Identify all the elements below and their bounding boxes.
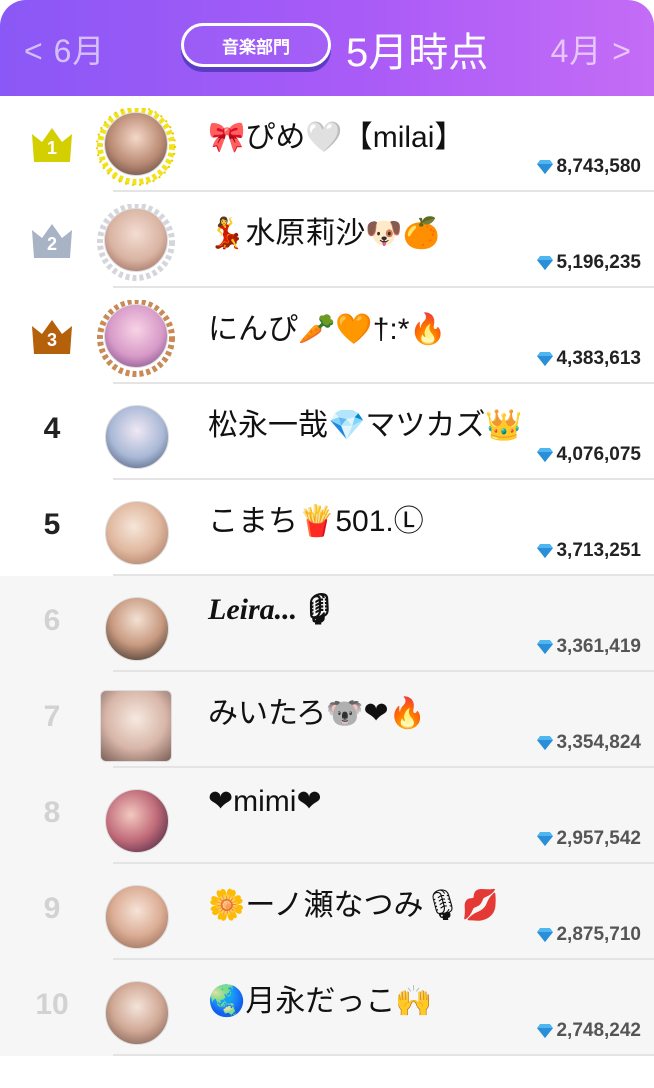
ranking-row[interactable]: 7 みいたろ🐨❤🔥 3,354,824: [0, 672, 654, 768]
rank-number: 1: [46, 138, 57, 158]
ranking-card: < 6月 音楽部門 5月時点 4月 > 1 🎀ぴめ🤍【milai】 8,743,…: [0, 0, 654, 1088]
avatar[interactable]: [96, 588, 176, 668]
avatar[interactable]: [96, 972, 176, 1052]
user-name[interactable]: 💃水原莉沙🐶🍊: [208, 208, 440, 252]
score: 5,196,235: [536, 252, 641, 274]
diamond-icon: [537, 640, 554, 654]
user-name[interactable]: Leira...🎙: [208, 592, 335, 627]
score: 3,713,251: [536, 540, 641, 562]
avatar[interactable]: [96, 108, 176, 188]
score-value: 8,743,580: [556, 156, 641, 177]
ranking-row[interactable]: 10 🌏月永だっこ🙌 2,748,242: [0, 960, 654, 1056]
avatar[interactable]: [96, 300, 176, 380]
user-name[interactable]: 🌼ーノ瀬なつみ🎙💋: [208, 880, 499, 924]
score-value: 4,383,613: [556, 348, 641, 369]
score-value: 3,713,251: [556, 540, 641, 561]
ranking-list: 1 🎀ぴめ🤍【milai】 8,743,580 2 💃水原莉沙🐶🍊 5,196,…: [0, 96, 654, 1056]
diamond-icon: [537, 448, 554, 462]
diamond-icon: [537, 1024, 554, 1038]
user-name[interactable]: 松永一哉💎マツカズ👑: [208, 400, 523, 444]
avatar[interactable]: [96, 396, 176, 476]
score-value: 3,354,824: [556, 732, 641, 753]
score: 2,957,542: [536, 828, 641, 850]
score-value: 2,875,710: [556, 924, 641, 945]
score-value: 3,361,419: [556, 636, 641, 657]
diamond-icon: [537, 256, 554, 270]
rank-number: 5: [43, 508, 61, 541]
ranking-row[interactable]: 9 🌼ーノ瀬なつみ🎙💋 2,875,710: [0, 864, 654, 960]
score: 3,354,824: [536, 732, 641, 754]
ranking-row[interactable]: 6 Leira...🎙 3,361,419: [0, 576, 654, 672]
bronze-crown-icon: 3: [30, 316, 74, 356]
user-name[interactable]: ❤mimi❤: [208, 784, 322, 819]
diamond-icon: [537, 736, 554, 750]
user-name[interactable]: にんぴ🥕🧡†:*🔥: [208, 304, 447, 348]
gold-crown-icon: 1: [30, 124, 74, 164]
avatar[interactable]: [96, 492, 176, 572]
rank-number: 9: [43, 892, 61, 925]
score: 2,748,242: [536, 1020, 641, 1042]
current-month-title: 5月時点: [346, 31, 489, 75]
avatar[interactable]: [96, 780, 176, 860]
user-name[interactable]: 🌏月永だっこ🙌: [208, 976, 433, 1020]
department-button[interactable]: 音楽部門: [181, 23, 331, 67]
rank-number: 7: [43, 700, 61, 733]
avatar[interactable]: [96, 684, 176, 764]
rank-number: 4: [43, 412, 61, 445]
diamond-icon: [537, 544, 554, 558]
ranking-row[interactable]: 3 にんぴ🥕🧡†:*🔥 4,383,613: [0, 288, 654, 384]
diamond-icon: [537, 160, 554, 174]
ranking-header: < 6月 音楽部門 5月時点 4月 >: [0, 0, 654, 96]
score: 4,076,075: [536, 444, 641, 466]
silver-crown-icon: 2: [30, 220, 74, 260]
diamond-icon: [537, 928, 554, 942]
ranking-row[interactable]: 2 💃水原莉沙🐶🍊 5,196,235: [0, 192, 654, 288]
user-name[interactable]: 🎀ぴめ🤍【milai】: [208, 112, 464, 156]
user-name[interactable]: みいたろ🐨❤🔥: [208, 688, 426, 732]
score: 2,875,710: [536, 924, 641, 946]
prev-month-link[interactable]: < 6月: [24, 26, 105, 72]
rank-number: 6: [43, 604, 61, 637]
diamond-icon: [537, 832, 554, 846]
next-month-link[interactable]: 4月 >: [551, 26, 632, 72]
score: 8,743,580: [536, 156, 641, 178]
score: 3,361,419: [536, 636, 641, 658]
diamond-icon: [537, 352, 554, 366]
ranking-row[interactable]: 8 ❤mimi❤ 2,957,542: [0, 768, 654, 864]
rank-number: 8: [43, 796, 61, 829]
rank-number: 3: [46, 330, 57, 350]
ranking-row[interactable]: 1 🎀ぴめ🤍【milai】 8,743,580: [0, 96, 654, 192]
avatar[interactable]: [96, 876, 176, 956]
score-value: 5,196,235: [556, 252, 641, 273]
score-value: 2,748,242: [556, 1020, 641, 1041]
ranking-row[interactable]: 4 松永一哉💎マツカズ👑 4,076,075: [0, 384, 654, 480]
score: 4,383,613: [536, 348, 641, 370]
rank-number: 2: [46, 234, 57, 254]
avatar[interactable]: [96, 204, 176, 284]
user-name[interactable]: こまち🍟501.Ⓛ: [208, 496, 424, 540]
ranking-row[interactable]: 5 こまち🍟501.Ⓛ 3,713,251: [0, 480, 654, 576]
score-value: 4,076,075: [556, 444, 641, 465]
score-value: 2,957,542: [556, 828, 641, 849]
rank-number: 10: [35, 988, 69, 1021]
